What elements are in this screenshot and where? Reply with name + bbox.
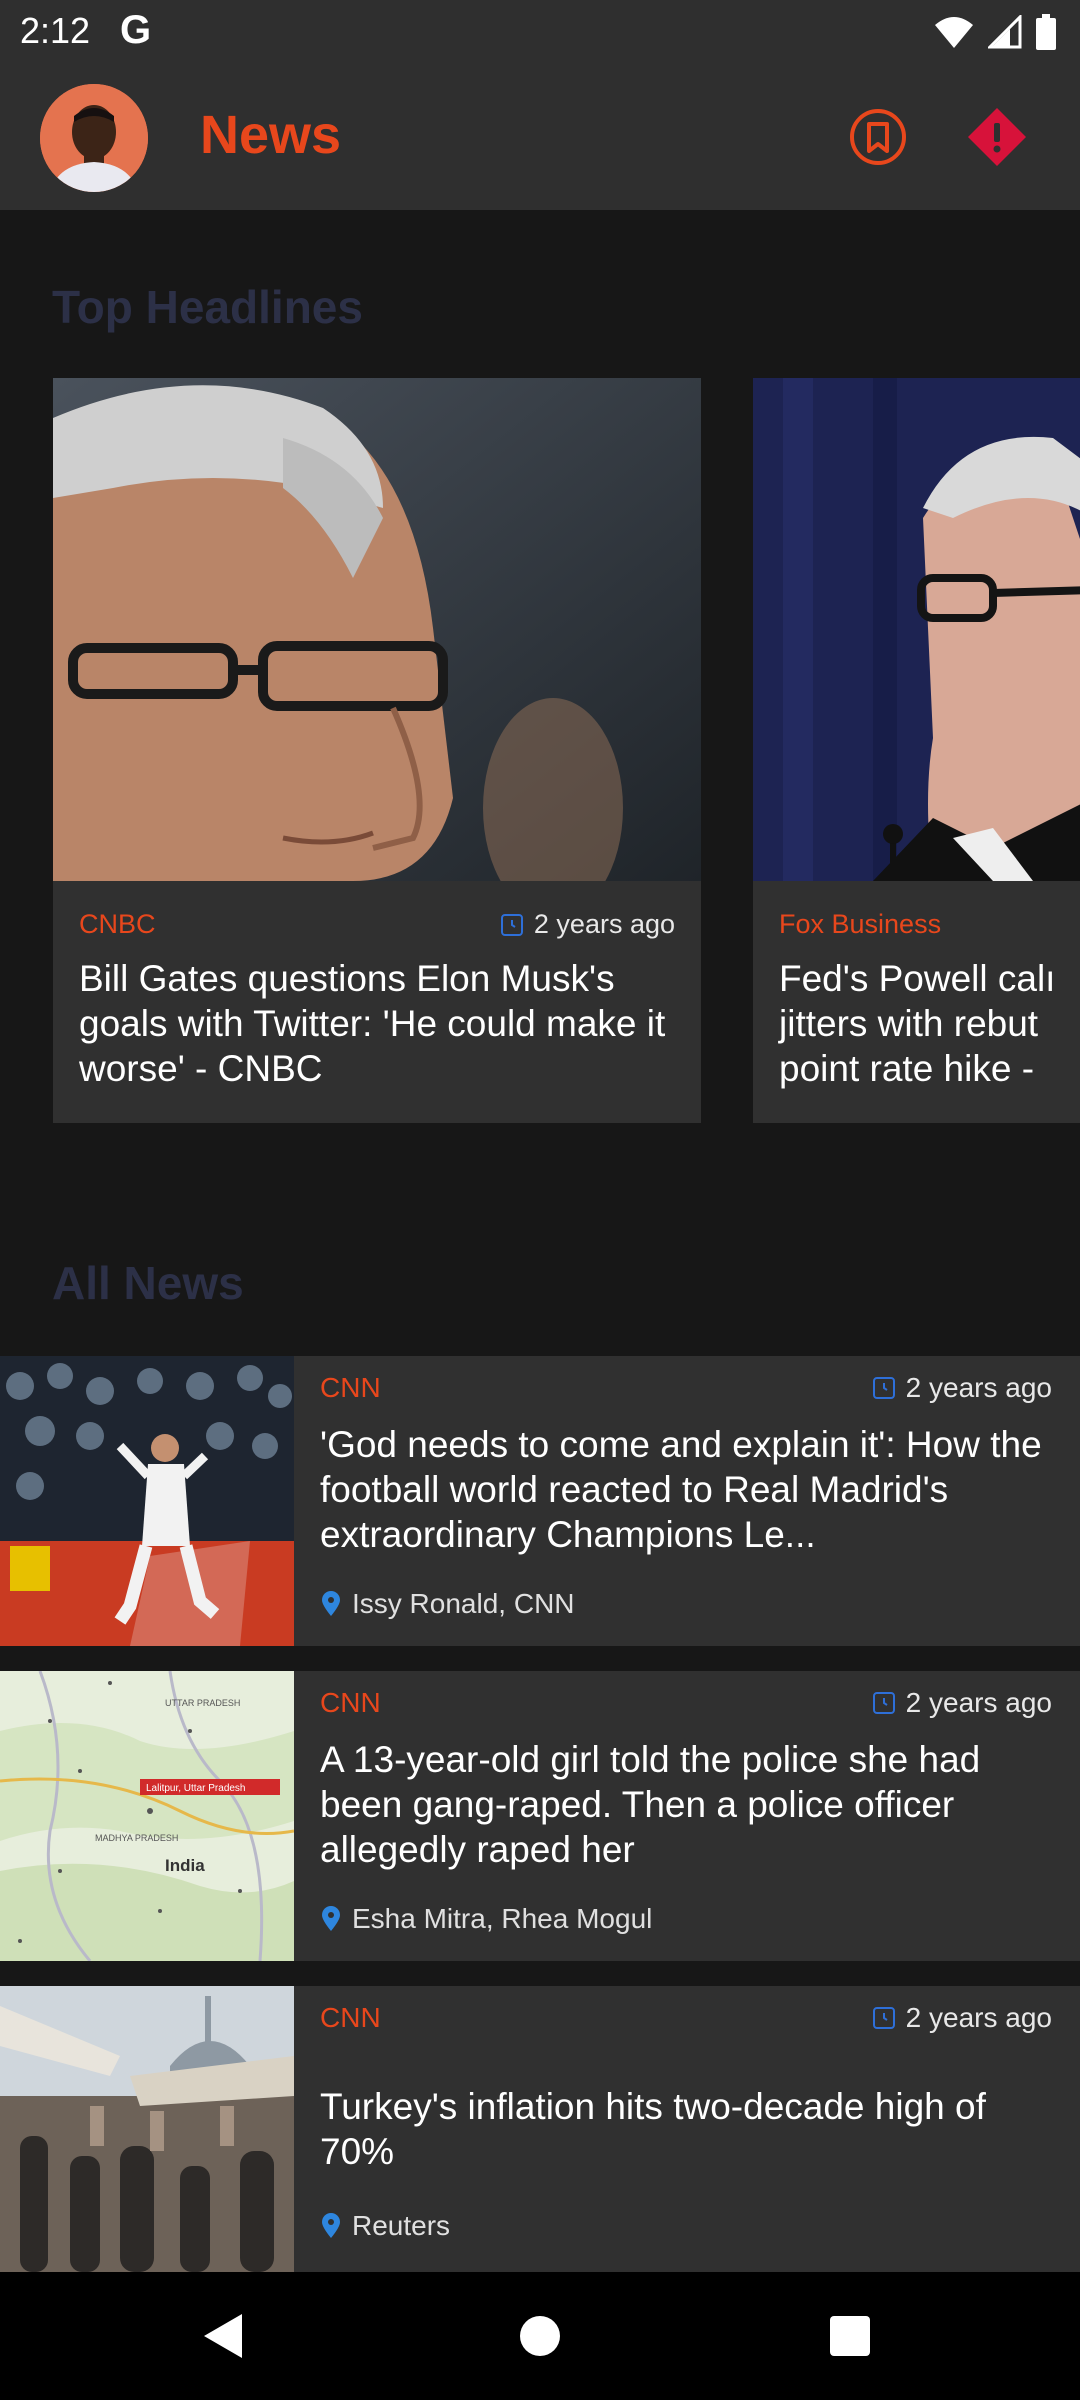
alert-button[interactable] [966,106,1028,168]
all-news-heading: All News [52,1257,244,1309]
news-time-text: 2 years ago [905,2002,1052,2033]
map-country-label: India [165,1856,205,1875]
news-source: CNN [320,1372,381,1403]
clock-icon [872,2007,895,2029]
headlines-carousel[interactable]: CNBC 2 years ago Bill Gates questions El… [0,378,1080,1123]
status-bar: 2:12 G [0,0,1080,64]
news-title: Turkey's inflation hits two-decade high … [320,2086,986,2172]
headline-card[interactable]: Fox Business Fed's Powell calı jitters w… [753,378,1080,1123]
google-icon: G [120,8,152,52]
app-bar: News [0,64,1080,210]
location-pin-icon [322,2213,340,2238]
headline-title-line: point rate hike - [779,1048,1035,1089]
news-author: Issy Ronald, CNN [320,1588,575,1620]
news-source: CNN [320,2002,381,2033]
status-time: 2:12 [20,10,91,51]
avatar[interactable] [40,84,148,192]
headline-image [53,378,701,881]
alert-diamond-icon [968,108,1026,166]
clock-icon [500,913,523,936]
news-author: Esha Mitra, Rhea Mogul [320,1903,652,1935]
headline-image [753,378,1080,881]
status-icons [934,12,1056,52]
news-list-item[interactable]: CNN 2 years ago 'God needs to come and e… [0,1356,1080,1646]
news-author: Reuters [320,2210,450,2242]
headline-source: CNBC [79,909,156,939]
news-thumbnail [0,1986,294,2272]
headline-source: Fox Business [779,909,942,939]
top-headlines-heading: Top Headlines [52,281,363,333]
news-title: 'God needs to come and explain it': How … [320,1424,1042,1555]
news-list-item[interactable]: Lalitpur, Uttar Pradesh India MADHYA PRA… [0,1671,1080,1961]
headline-title-line: Fed's Powell calı [779,958,1056,999]
news-author-text: Issy Ronald, CNN [352,1588,575,1619]
news-author-text: Esha Mitra, Rhea Mogul [352,1903,653,1934]
map-city-tag: Lalitpur, Uttar Pradesh [146,1783,246,1794]
wifi-icon [935,17,973,48]
location-pin-icon [322,1906,340,1931]
bookmark-icon [850,109,906,165]
battery-icon [1036,14,1056,50]
map-state-label: MADHYA PRADESH [95,1833,178,1843]
headline-title-line: jitters with rebut [779,1003,1039,1044]
headline-card[interactable]: CNBC 2 years ago Bill Gates questions El… [53,378,701,1123]
map-state-label: UTTAR PRADESH [165,1698,240,1708]
headline-title: Fed's Powell calı jitters with rebut poi… [779,956,1080,1091]
system-nav-bar [0,2272,1080,2400]
news-list-item[interactable]: CNN 2 years ago Turkey's inflation hits … [0,1986,1080,2272]
news-title: A 13-year-old girl told the police she h… [320,1739,981,1870]
clock-icon [872,1377,895,1399]
recents-icon[interactable] [830,2316,870,2356]
news-thumbnail [0,1356,294,1646]
news-time: 2 years ago [872,1687,1052,1719]
news-time-text: 2 years ago [905,1372,1052,1403]
location-pin-icon [322,1591,340,1616]
news-thumbnail: Lalitpur, Uttar Pradesh India MADHYA PRA… [0,1671,294,1961]
back-icon[interactable] [200,2312,244,2360]
news-time: 2 years ago [872,1372,1052,1404]
news-source: CNN [320,1687,381,1718]
headline-time-text: 2 years ago [533,909,675,939]
app-title: News [200,105,342,165]
news-time-text: 2 years ago [905,1687,1052,1718]
news-author-text: Reuters [352,2210,451,2241]
bookmark-button[interactable] [848,107,908,167]
headline-title: Bill Gates questions Elon Musk's goals w… [79,958,666,1089]
news-time: 2 years ago [872,2002,1052,2034]
home-icon[interactable] [520,2316,560,2356]
headline-time: 2 years ago [500,909,675,940]
clock-icon [872,1692,895,1714]
signal-icon [988,15,1022,49]
